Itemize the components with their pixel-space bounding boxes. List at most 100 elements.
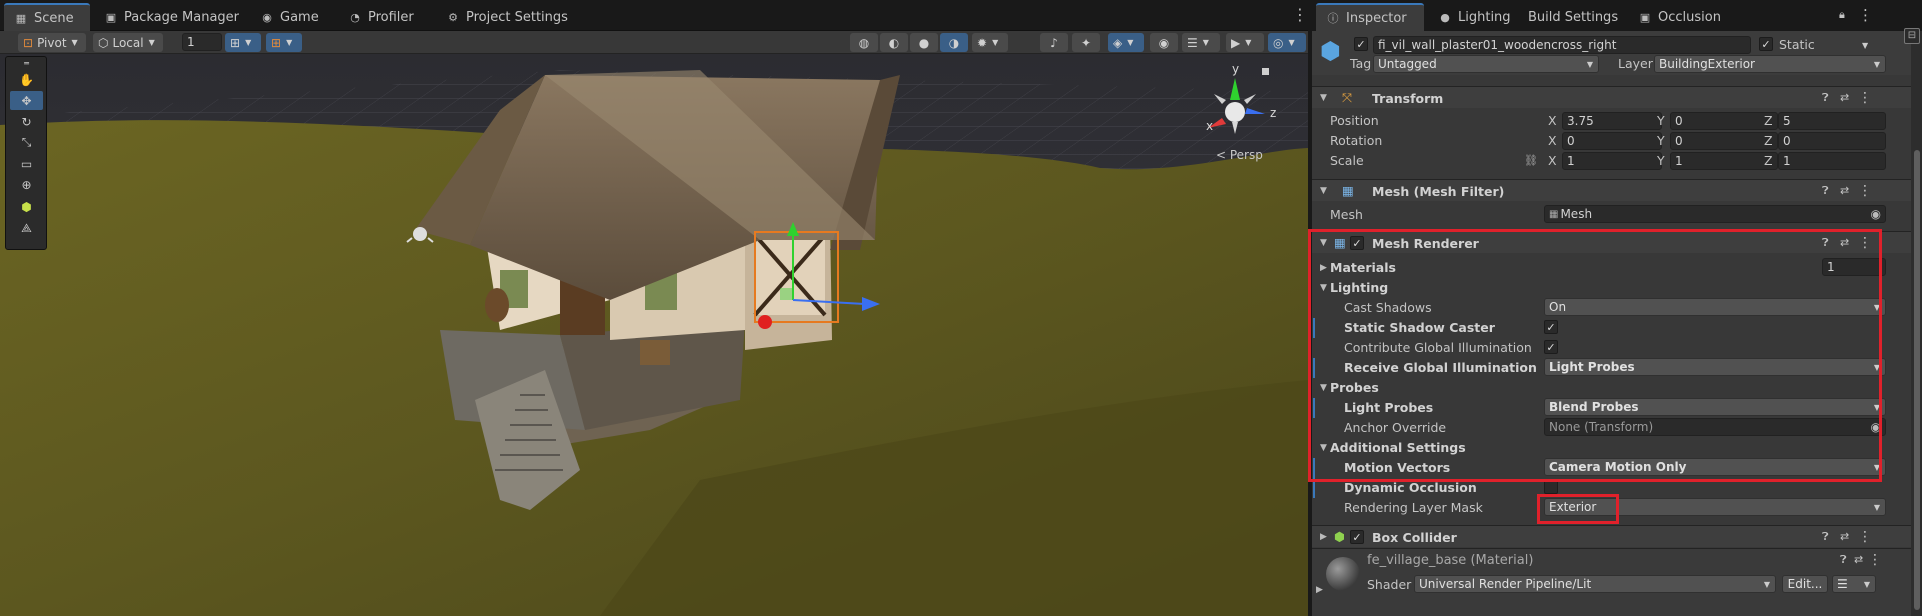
- help-icon[interactable]: ❓︎: [1840, 553, 1847, 567]
- layers-dropdown[interactable]: ◈ ▼: [1108, 33, 1144, 52]
- edit-collider-tool[interactable]: ⟁: [10, 219, 43, 238]
- scale-x-field[interactable]: 1: [1562, 152, 1662, 170]
- box-collider-header[interactable]: ▶ ⬢ ✓ Box Collider ❓︎ ⇄ ⋮: [1312, 525, 1922, 547]
- edit-shader-button[interactable]: Edit...: [1782, 575, 1828, 593]
- tab-lighting[interactable]: ● Lighting: [1428, 3, 1521, 31]
- box-collider-enabled-checkbox[interactable]: ✓: [1350, 530, 1364, 544]
- transform-header[interactable]: ▼ ⤧ Transform ❓︎ ⇄ ⋮: [1312, 86, 1922, 108]
- tab-profiler[interactable]: ◔ Profiler: [338, 3, 424, 31]
- custom-tool[interactable]: ⬢: [10, 197, 43, 216]
- preset-icon[interactable]: ⇄: [1840, 91, 1849, 104]
- scale-y-field[interactable]: 1: [1670, 152, 1778, 170]
- component-menu-icon[interactable]: ⋮: [1868, 552, 1882, 568]
- increment-snap-button[interactable]: ⊞ ▼: [266, 33, 302, 52]
- object-picker-icon[interactable]: ◉: [1871, 207, 1881, 221]
- mesh-renderer-highlight: [1308, 229, 1882, 482]
- static-dropdown-icon[interactable]: ▼: [1862, 41, 1868, 50]
- component-menu-icon[interactable]: ⋮: [1858, 529, 1872, 545]
- z-axis-label: Z: [1764, 133, 1773, 148]
- eye-icon: ◉: [1158, 35, 1170, 50]
- position-z-field[interactable]: 5: [1778, 112, 1886, 130]
- chevron-down-icon: ▼: [245, 38, 252, 47]
- rotation-x-field[interactable]: 0: [1562, 132, 1662, 150]
- layer-dropdown[interactable]: BuildingExterior ▼: [1654, 55, 1886, 73]
- grid-snap-button[interactable]: ⊞ ▼: [225, 33, 261, 52]
- expand-arrow-icon[interactable]: ▶: [1320, 532, 1327, 542]
- shaded-wireframe-button[interactable]: ◐: [880, 33, 908, 52]
- component-menu-icon[interactable]: ⋮: [1858, 90, 1872, 106]
- rendering-layer-highlight: [1537, 494, 1619, 524]
- chevron-down-icon: ▼: [71, 38, 78, 47]
- rotation-y-field[interactable]: 0: [1670, 132, 1778, 150]
- mesh-icon: ▦: [1549, 208, 1559, 220]
- preset-icon[interactable]: ⇄: [1840, 530, 1849, 543]
- stack-dropdown[interactable]: ☰ ▼: [1182, 33, 1220, 52]
- drag-handle[interactable]: ═: [10, 59, 43, 68]
- tab-inspector[interactable]: ⓘ Inspector: [1316, 3, 1424, 31]
- rotation-z-field[interactable]: 0: [1778, 132, 1886, 150]
- hand-tool[interactable]: ✋: [10, 70, 43, 89]
- static-checkbox[interactable]: ✓: [1759, 37, 1773, 51]
- scale-z-field[interactable]: 1: [1778, 152, 1886, 170]
- shader-dropdown[interactable]: Universal Render Pipeline/Lit ▼: [1414, 575, 1776, 593]
- chevron-down-icon: ▼: [1127, 38, 1134, 47]
- tab-menu-icon[interactable]: ⋮: [1858, 6, 1873, 24]
- inspector-scrollbar-thumb[interactable]: [1914, 150, 1920, 610]
- position-x-field[interactable]: 3.75: [1562, 112, 1662, 130]
- dynamic-occlusion-checkbox[interactable]: [1544, 480, 1558, 494]
- lighting-dropdown[interactable]: ✹ ▼: [972, 33, 1008, 52]
- unlit-button[interactable]: ●: [910, 33, 938, 52]
- chevron-down-icon: ▼: [1863, 580, 1870, 589]
- mesh-filter-header[interactable]: ▼ ▦ Mesh (Mesh Filter) ❓︎ ⇄ ⋮: [1312, 179, 1922, 201]
- inspector-extra-icon[interactable]: ⊟: [1904, 28, 1920, 44]
- tab-occlusion[interactable]: ▣ Occlusion: [1628, 3, 1731, 31]
- sphere-icon: ●: [918, 35, 930, 50]
- gizmos-dropdown[interactable]: ◎ ▼: [1268, 33, 1306, 52]
- preset-icon[interactable]: ⇄: [1854, 553, 1863, 566]
- scene-menu-icon[interactable]: ⋮: [1292, 7, 1308, 23]
- audio-toggle[interactable]: ♪: [1040, 33, 1068, 52]
- position-y-field[interactable]: 0: [1670, 112, 1778, 130]
- grid-size-input[interactable]: 1: [182, 33, 222, 51]
- local-dropdown[interactable]: ⬡ Local ▼: [93, 33, 163, 52]
- collider-icon: ⟁: [21, 221, 32, 235]
- scale-tool[interactable]: ⤡: [10, 133, 43, 152]
- camera-dropdown[interactable]: ▶ ▼: [1226, 33, 1264, 52]
- collapse-arrow-icon[interactable]: ▼: [1320, 93, 1327, 103]
- visibility-toggle[interactable]: ◉: [1150, 33, 1178, 52]
- pivot-dropdown[interactable]: ⊡ Pivot ▼: [18, 33, 86, 52]
- preset-icon[interactable]: ⇄: [1840, 184, 1849, 197]
- wireframe-button[interactable]: ◍: [850, 33, 878, 52]
- layers-icon: ◈: [1113, 35, 1123, 50]
- tag-dropdown[interactable]: Untagged ▼: [1373, 55, 1599, 73]
- scene-view[interactable]: y x z < Persp: [0, 54, 1308, 616]
- tab-package-manager[interactable]: ▣ Package Manager: [94, 3, 249, 31]
- fx-toggle[interactable]: ✦: [1072, 33, 1100, 52]
- tab-scene[interactable]: ▦ Scene: [4, 3, 90, 31]
- transform-tool[interactable]: ⊕: [10, 175, 43, 194]
- tab-build-settings[interactable]: Build Settings: [1518, 3, 1628, 31]
- help-icon[interactable]: ❓︎: [1822, 91, 1829, 105]
- help-icon[interactable]: ❓︎: [1822, 530, 1829, 544]
- object-active-checkbox[interactable]: ✓: [1354, 37, 1368, 51]
- chevron-down-icon: ▼: [1873, 60, 1880, 69]
- shader-menu-dropdown[interactable]: ☰ ▼: [1832, 575, 1876, 593]
- z-axis-label: Z: [1764, 153, 1773, 168]
- move-tool[interactable]: ✥: [10, 91, 43, 110]
- mesh-object-field[interactable]: ▦ Mesh ◉: [1544, 205, 1886, 223]
- material-expand-arrow-icon[interactable]: ▶: [1316, 585, 1323, 595]
- help-icon[interactable]: ❓︎: [1822, 184, 1829, 198]
- object-name-field[interactable]: fi_vil_wall_plaster01_woodencross_right: [1373, 36, 1751, 54]
- lock-icon[interactable]: 🔒︎: [1839, 8, 1845, 22]
- rect-tool[interactable]: ▭: [10, 154, 43, 173]
- collapse-arrow-icon[interactable]: ▼: [1320, 186, 1327, 196]
- tab-project-settings[interactable]: ⚙ Project Settings: [436, 3, 578, 31]
- component-menu-icon[interactable]: ⋮: [1858, 183, 1872, 199]
- scale-label: Scale: [1330, 153, 1364, 168]
- link-icon[interactable]: ⛓︎: [1524, 154, 1538, 167]
- shaded-button[interactable]: ◑: [940, 33, 968, 52]
- projection-label[interactable]: < Persp: [1216, 148, 1263, 162]
- tab-game[interactable]: ◉ Game: [250, 3, 329, 31]
- rotate-tool[interactable]: ↻: [10, 112, 43, 131]
- transform-body: Position Rotation Scale ⛓︎ X 3.75 Y 0 Z …: [1312, 110, 1922, 176]
